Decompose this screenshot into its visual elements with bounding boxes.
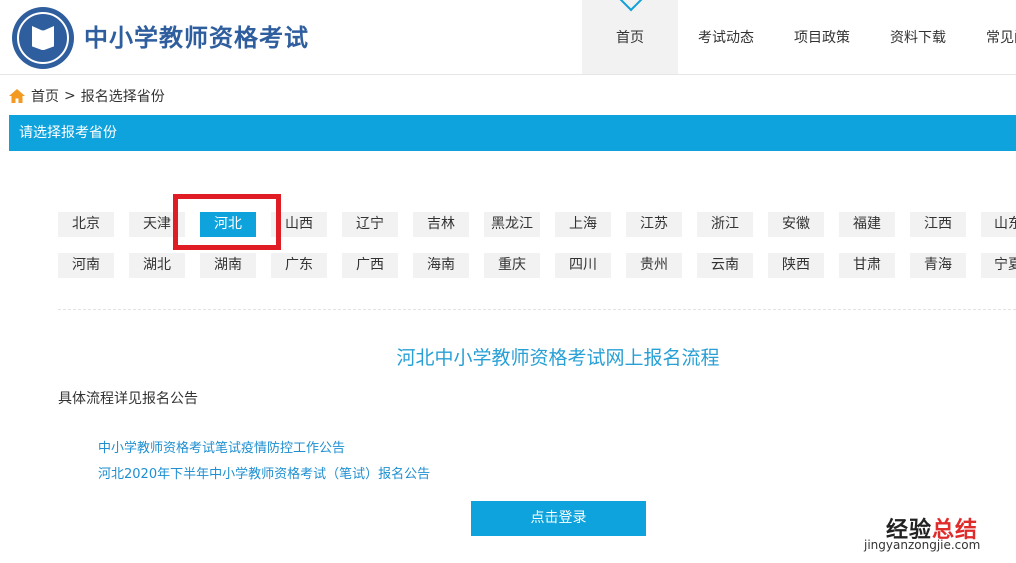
province-button[interactable]: 云南 <box>697 253 753 278</box>
province-button[interactable]: 湖北 <box>129 253 185 278</box>
selection-highlight-box <box>173 194 281 250</box>
flow-note: 具体流程详见报名公告 <box>58 391 198 407</box>
notice-link[interactable]: 河北2020年下半年中小学教师资格考试（笔试）报名公告 <box>98 463 430 482</box>
nav-label: 项目政策 <box>794 30 850 46</box>
nav-item-home[interactable]: 首页 <box>582 0 678 74</box>
nav-label: 资料下载 <box>890 30 946 46</box>
site-logo-icon[interactable] <box>12 7 74 69</box>
province-button[interactable]: 海南 <box>413 253 469 278</box>
province-button[interactable]: 宁夏 <box>981 253 1016 278</box>
province-button[interactable]: 广西 <box>342 253 398 278</box>
nav-item-downloads[interactable]: 资料下载 <box>870 0 966 74</box>
breadcrumb-current: 报名选择省份 <box>80 89 165 105</box>
site-header: 中小学教师资格考试 首页 考试动态 项目政策 资料下载 常见问题 <box>0 0 1016 75</box>
province-button[interactable]: 辽宁 <box>342 212 398 237</box>
site-title[interactable]: 中小学教师资格考试 <box>84 18 309 53</box>
section-title: 请选择报考省份 <box>19 125 117 141</box>
province-button[interactable]: 江西 <box>910 212 966 237</box>
section-title-bar: 请选择报考省份 <box>9 115 1016 151</box>
province-button[interactable]: 重庆 <box>484 253 540 278</box>
province-button[interactable]: 山东 <box>981 212 1016 237</box>
flow-title: 河北中小学教师资格考试网上报名流程 <box>0 343 1016 370</box>
province-button[interactable]: 江苏 <box>626 212 682 237</box>
province-button[interactable]: 吉林 <box>413 212 469 237</box>
province-button[interactable]: 湖南 <box>200 253 256 278</box>
main-nav: 首页 考试动态 项目政策 资料下载 常见问题 <box>582 0 1016 74</box>
nav-label: 首页 <box>616 30 644 46</box>
notice-link[interactable]: 中小学教师资格考试笔试疫情防控工作公告 <box>98 437 345 456</box>
nav-label: 常见问题 <box>986 30 1016 46</box>
province-button[interactable]: 贵州 <box>626 253 682 278</box>
province-button[interactable]: 广东 <box>271 253 327 278</box>
watermark: 经验总结 jingyanzongjie.com <box>860 510 1010 556</box>
province-button[interactable]: 浙江 <box>697 212 753 237</box>
province-button[interactable]: 青海 <box>910 253 966 278</box>
login-button[interactable]: 点击登录 <box>471 501 646 536</box>
nav-item-exam-news[interactable]: 考试动态 <box>678 0 774 74</box>
breadcrumb-separator: > <box>64 88 76 104</box>
nav-item-policy[interactable]: 项目政策 <box>774 0 870 74</box>
province-button[interactable]: 安徽 <box>768 212 824 237</box>
province-button[interactable]: 四川 <box>555 253 611 278</box>
nav-label: 考试动态 <box>698 30 754 46</box>
province-button[interactable]: 陕西 <box>768 253 824 278</box>
province-button[interactable]: 甘肃 <box>839 253 895 278</box>
flow-title-text: 河北中小学教师资格考试网上报名流程 <box>396 347 720 369</box>
province-button[interactable]: 河南 <box>58 253 114 278</box>
breadcrumb: 首页 > 报名选择省份 <box>9 86 165 106</box>
province-button[interactable]: 上海 <box>555 212 611 237</box>
nav-item-faq[interactable]: 常见问题 <box>966 0 1016 74</box>
section-divider <box>58 309 1016 310</box>
watermark-en: jingyanzongjie.com <box>864 538 981 552</box>
province-button[interactable]: 北京 <box>58 212 114 237</box>
active-indicator-icon <box>619 0 643 12</box>
province-button[interactable]: 福建 <box>839 212 895 237</box>
home-icon <box>9 89 25 103</box>
breadcrumb-home-link[interactable]: 首页 <box>31 86 59 106</box>
province-button[interactable]: 黑龙江 <box>484 212 540 237</box>
